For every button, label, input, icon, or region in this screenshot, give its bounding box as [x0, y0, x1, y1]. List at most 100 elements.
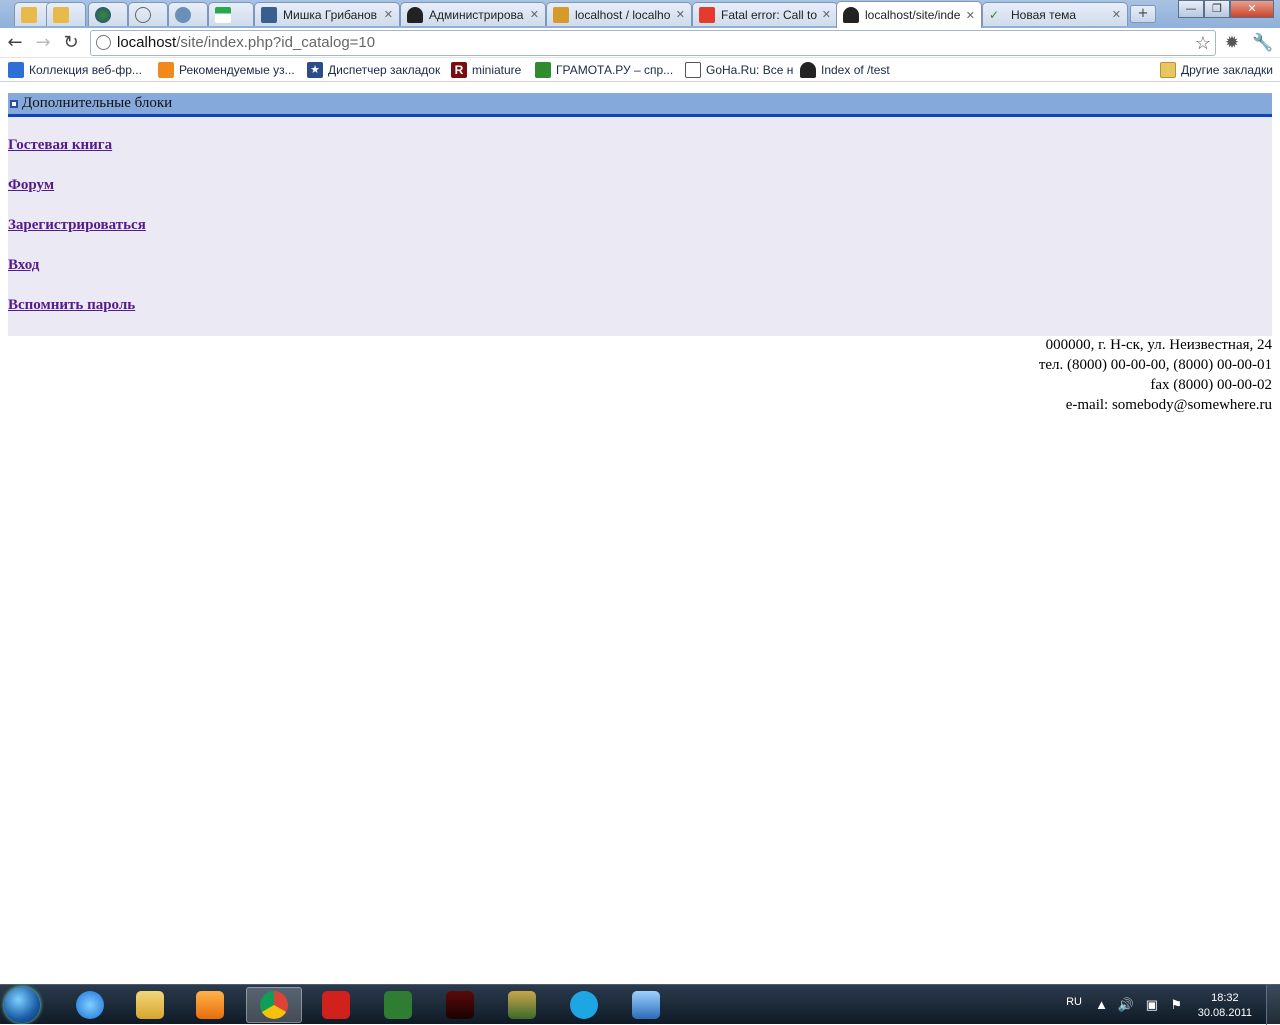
tab-pinned-3[interactable]: [88, 2, 128, 26]
browser-toolbar: ← → ↻ localhost/site/index.php?id_catalo…: [0, 28, 1280, 58]
taskbar-game-dark[interactable]: [432, 987, 488, 1023]
register-link[interactable]: Зарегистрироваться: [8, 217, 146, 234]
page-icon: [685, 62, 701, 78]
phone-line: тел. (8000) 00-00-00, (8000) 00-00-01: [1038, 357, 1272, 373]
tab-close-icon[interactable]: ✕: [530, 8, 539, 21]
r-icon: R: [451, 62, 467, 78]
wrench-icon[interactable]: 🔧: [1252, 32, 1274, 54]
language-indicator[interactable]: RU: [1066, 996, 1082, 1008]
bookmark-item[interactable]: Коллекция веб-фр...: [8, 61, 142, 79]
chrome-icon: [260, 991, 288, 1019]
bookmark-label: GoHa.Ru: Все н: [706, 63, 794, 77]
forum-link[interactable]: Форум: [8, 177, 54, 194]
internet-explorer-icon: [76, 991, 104, 1019]
bookmark-item[interactable]: ★ Диспетчер закладок: [307, 61, 440, 79]
pma-icon: [553, 6, 569, 23]
taskbar-chrome[interactable]: [246, 987, 302, 1023]
volume-icon[interactable]: 🔊: [1118, 997, 1134, 1013]
taskbar-ie[interactable]: [62, 987, 118, 1023]
tab-pinned-2[interactable]: [46, 2, 86, 26]
tab-pinned-5[interactable]: [168, 2, 208, 26]
gear-icon[interactable]: ✹: [1221, 32, 1243, 54]
tray-arrow-icon[interactable]: ▲: [1095, 997, 1108, 1012]
gramota-icon: [535, 62, 551, 78]
tab-pinned-6[interactable]: [208, 2, 254, 26]
folder-icon: [1160, 62, 1176, 78]
media-player-icon: [196, 991, 224, 1019]
address-line: 000000, г. Н-ск, ул. Неизвестная, 24: [1045, 337, 1272, 353]
clock-time: 18:32: [1211, 992, 1239, 1004]
guestbook-link[interactable]: Гостевая книга: [8, 137, 112, 154]
tab-close-icon[interactable]: ✕: [966, 9, 975, 22]
network-icon[interactable]: ▣: [1146, 997, 1158, 1013]
csharp-icon: [384, 991, 412, 1019]
tab-close-icon[interactable]: ✕: [822, 8, 831, 21]
tab-label: localhost/site/inde: [865, 8, 961, 22]
bookmark-item[interactable]: ГРАМОТА.РУ – спр...: [535, 61, 673, 79]
tab-label: Fatal error: Call to: [721, 7, 818, 22]
start-button[interactable]: [4, 987, 40, 1023]
tab-active-site[interactable]: localhost/site/inde ✕: [836, 1, 982, 28]
check-icon: ✓: [989, 7, 1000, 22]
forward-arrow-icon[interactable]: →: [32, 32, 54, 54]
bookmark-label: Index of /test: [821, 63, 890, 77]
taskbar-shield-game[interactable]: [494, 987, 550, 1023]
app-icon: [632, 991, 660, 1019]
clock[interactable]: 18:32 30.08.2011: [1198, 991, 1252, 1021]
game-icon: [446, 991, 474, 1019]
bookmark-star-icon[interactable]: ☆: [1195, 31, 1211, 55]
window-controls: — ❐ ✕: [1178, 0, 1274, 18]
address-path: /site/index.php?id_catalog=10: [176, 34, 376, 51]
bookmark-item[interactable]: Index of /test: [800, 61, 890, 79]
close-window-button[interactable]: ✕: [1230, 0, 1274, 18]
action-center-flag-icon[interactable]: ⚑: [1170, 997, 1182, 1013]
tab-close-icon[interactable]: ✕: [384, 8, 393, 21]
other-bookmarks[interactable]: Другие закладки: [1160, 61, 1273, 79]
tab-new-topic[interactable]: ✓ Новая тема ✕: [982, 2, 1128, 26]
bookmark-label: ГРАМОТА.РУ – спр...: [556, 63, 674, 77]
back-arrow-icon[interactable]: ←: [4, 32, 26, 54]
login-link[interactable]: Вход: [8, 257, 39, 274]
tab-mishka[interactable]: Мишка Грибанов ✕: [254, 2, 400, 26]
taskbar-misc-app[interactable]: [618, 987, 674, 1023]
reload-icon[interactable]: ↻: [60, 32, 82, 54]
email-line: e-mail: somebody@somewhere.ru: [1065, 397, 1272, 413]
taskbar-csharp[interactable]: [370, 987, 426, 1023]
recommended-icon: [158, 62, 174, 78]
t-favicon-icon: [215, 6, 231, 23]
bookmark-label: miniature: [472, 63, 522, 77]
spy-icon: [407, 6, 423, 23]
tab-pinned-4[interactable]: [128, 2, 168, 26]
tab-admin[interactable]: Администрирова ✕: [400, 2, 546, 26]
tab-close-icon[interactable]: ✕: [1112, 8, 1121, 21]
star-icon: ★: [307, 62, 323, 78]
ie-icon: [8, 62, 24, 78]
show-desktop-button[interactable]: [1266, 985, 1280, 1025]
taskbar-comodo[interactable]: [308, 987, 364, 1023]
bookmark-item[interactable]: GoHa.Ru: Все н: [685, 61, 793, 79]
spy-icon: [800, 62, 816, 78]
bookmark-item[interactable]: Rminiature: [451, 61, 521, 79]
tab-fatal-error[interactable]: Fatal error: Call to ✕: [692, 2, 838, 26]
recover-password-link[interactable]: Вспомнить пароль: [8, 297, 135, 314]
bookmark-item[interactable]: Рекомендуемые уз...: [158, 61, 295, 79]
tab-pma[interactable]: localhost / localho ✕: [546, 2, 692, 26]
app-favicon-icon: [53, 6, 69, 23]
tab-label: localhost / localho: [575, 7, 671, 22]
taskbar-explorer[interactable]: [122, 987, 178, 1023]
maximize-button[interactable]: ❐: [1204, 0, 1230, 18]
taskbar-skype[interactable]: [556, 987, 612, 1023]
minimize-button[interactable]: —: [1178, 0, 1204, 18]
yandex-icon: [699, 6, 715, 23]
page-content: Дополнительные блоки Гостевая книга Фору…: [0, 83, 1280, 983]
taskbar-media-player[interactable]: [182, 987, 238, 1023]
square-bullet-icon: [10, 100, 18, 108]
bookmark-label: Другие закладки: [1181, 63, 1273, 77]
fax-line: fax (8000) 00-00-02: [1150, 377, 1272, 393]
gear-favicon-icon: [175, 6, 191, 23]
tab-close-icon[interactable]: ✕: [676, 8, 685, 21]
new-tab-button[interactable]: +: [1130, 5, 1156, 23]
comodo-icon: [322, 991, 350, 1019]
spy-icon: [843, 7, 859, 23]
address-bar[interactable]: localhost/site/index.php?id_catalog=10 ☆: [90, 30, 1216, 56]
